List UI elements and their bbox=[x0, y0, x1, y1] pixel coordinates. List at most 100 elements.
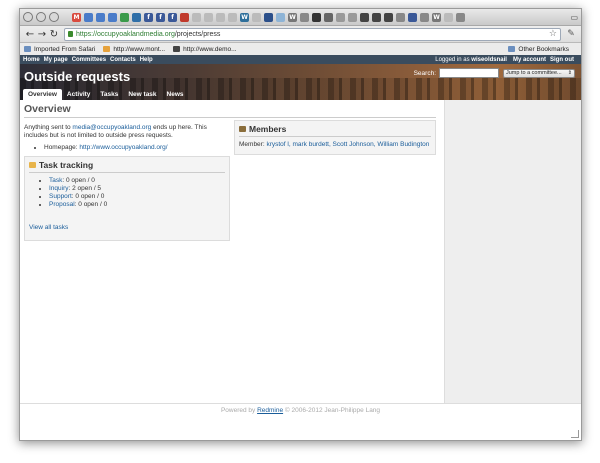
tab-tasks[interactable]: Tasks bbox=[95, 89, 123, 100]
page-icon[interactable] bbox=[348, 12, 357, 22]
jump-to-committee-select[interactable]: Jump to a committee... ⇕ bbox=[503, 68, 575, 78]
bookmark-icon bbox=[173, 46, 181, 52]
page-icon[interactable] bbox=[204, 12, 213, 22]
doc-icon[interactable] bbox=[84, 12, 93, 22]
task-tracking-heading: Task tracking bbox=[29, 160, 225, 173]
resize-grip-icon[interactable] bbox=[571, 430, 579, 438]
circle-icon[interactable] bbox=[312, 12, 321, 22]
reload-icon[interactable]: ↻ bbox=[48, 29, 60, 40]
other-bookmarks[interactable]: Other Bookmarks bbox=[508, 46, 569, 53]
page-icon[interactable] bbox=[372, 12, 381, 22]
grid-icon[interactable] bbox=[264, 12, 273, 22]
page-icon[interactable] bbox=[276, 12, 285, 22]
lock-icon bbox=[68, 31, 73, 37]
doc-icon[interactable] bbox=[96, 12, 105, 22]
redmine-link[interactable]: Redmine bbox=[257, 407, 283, 414]
topmenu-contacts[interactable]: Contacts bbox=[110, 57, 136, 63]
address-row: ← → ↻ https://occupyoaklandmedia.org/pro… bbox=[20, 26, 581, 43]
tracker-link[interactable]: Proposal bbox=[49, 201, 75, 208]
tracker-count: : 2 open / 5 bbox=[68, 185, 102, 192]
url-host: https://occupyoaklandmedia.org bbox=[76, 30, 175, 38]
topmenu-help[interactable]: Help bbox=[140, 57, 153, 63]
members-title: Members bbox=[249, 124, 287, 134]
page-icon[interactable] bbox=[384, 12, 393, 22]
tracker-link[interactable]: Support bbox=[49, 193, 72, 200]
homepage-link[interactable]: http://www.occupyoakland.org/ bbox=[79, 144, 167, 151]
zoom-window-button[interactable] bbox=[49, 12, 59, 22]
url-path: /projects/press bbox=[174, 30, 221, 38]
tracker-link[interactable]: Task bbox=[49, 177, 62, 184]
sign-out-link[interactable]: Sign out bbox=[550, 57, 574, 63]
tab-overview[interactable]: Overview bbox=[23, 89, 62, 100]
close-window-button[interactable] bbox=[23, 12, 33, 22]
split-right: Members Member: krystof l, mark burdett,… bbox=[234, 120, 436, 155]
doc-icon[interactable] bbox=[108, 12, 117, 22]
main-content: Overview Anything sent to media@occupyoa… bbox=[20, 100, 440, 404]
tracker-count: : 0 open / 0 bbox=[62, 177, 95, 184]
page-icon[interactable] bbox=[420, 12, 429, 22]
top-menu: Home My page Committees Contacts Help Lo… bbox=[20, 55, 581, 64]
search-label: Search: bbox=[413, 69, 436, 77]
page-icon[interactable] bbox=[300, 12, 309, 22]
page-icon[interactable] bbox=[408, 12, 417, 22]
folder-icon bbox=[508, 46, 516, 52]
project-title: Outside requests bbox=[24, 69, 131, 84]
account-menu: Logged in as wiseoldsnail My account Sig… bbox=[435, 57, 578, 63]
search-input[interactable] bbox=[439, 68, 499, 78]
members-names[interactable]: krystof l, mark burdett, Scott Johnson, … bbox=[266, 141, 429, 148]
select-arrows-icon: ⇕ bbox=[567, 70, 572, 76]
page-icon[interactable] bbox=[324, 12, 333, 22]
sheet-icon[interactable] bbox=[120, 12, 129, 22]
page-icon[interactable] bbox=[228, 12, 237, 22]
facebook-icon[interactable]: f bbox=[168, 12, 177, 22]
username-link[interactable]: wiseoldsnail bbox=[471, 57, 507, 63]
forward-icon[interactable]: → bbox=[36, 29, 48, 40]
tab-new-task[interactable]: New task bbox=[123, 89, 161, 100]
members-label: Member: bbox=[239, 141, 267, 148]
bookmark-item[interactable]: http://www.mont... bbox=[103, 46, 165, 53]
topmenu-committees[interactable]: Committees bbox=[72, 57, 106, 63]
gmail-icon[interactable]: M bbox=[72, 12, 81, 22]
facebook-icon[interactable]: f bbox=[144, 12, 153, 22]
wrench-icon[interactable]: ✎ bbox=[565, 29, 577, 39]
bookmark-label: http://www.demo... bbox=[183, 45, 237, 53]
page-icon[interactable] bbox=[216, 12, 225, 22]
page-icon[interactable] bbox=[192, 12, 201, 22]
footer-text: Powered by Redmine © 2006-2012 Jean-Phil… bbox=[20, 407, 581, 414]
tab-news[interactable]: News bbox=[162, 89, 189, 100]
page-icon[interactable] bbox=[444, 12, 453, 22]
page-icon[interactable] bbox=[396, 12, 405, 22]
address-bar[interactable]: https://occupyoaklandmedia.org/projects/… bbox=[64, 27, 561, 41]
task-tracker-item: Support: 0 open / 0 bbox=[49, 193, 225, 201]
new-tab-icon[interactable]: ▭ bbox=[570, 13, 578, 22]
page-icon[interactable] bbox=[252, 12, 261, 22]
bookmark-item[interactable]: http://www.demo... bbox=[173, 45, 237, 53]
topmenu-my-page[interactable]: My page bbox=[44, 57, 68, 63]
tab-activity[interactable]: Activity bbox=[62, 89, 95, 100]
app-icon[interactable] bbox=[180, 12, 189, 22]
wikipedia-icon[interactable]: W bbox=[432, 12, 441, 22]
wordpress-icon[interactable]: W bbox=[240, 12, 249, 22]
task-tracker-item: Task: 0 open / 0 bbox=[49, 177, 225, 185]
my-account-link[interactable]: My account bbox=[513, 57, 546, 63]
page-icon[interactable] bbox=[360, 12, 369, 22]
project-attributes: Homepage: http://www.occupyoakland.org/ bbox=[24, 144, 230, 151]
back-icon[interactable]: ← bbox=[24, 29, 36, 40]
tracker-link[interactable]: Inquiry bbox=[49, 185, 69, 192]
page-title: Overview bbox=[24, 103, 436, 118]
page-icon[interactable] bbox=[336, 12, 345, 22]
page-icon[interactable] bbox=[456, 12, 465, 22]
search-area: Search: Jump to a committee... ⇕ bbox=[414, 68, 575, 78]
facebook-icon[interactable]: f bbox=[156, 12, 165, 22]
topmenu-home[interactable]: Home bbox=[23, 57, 40, 63]
redmine-page: Home My page Committees Contacts Help Lo… bbox=[20, 55, 581, 440]
other-bookmarks-label: Other Bookmarks bbox=[518, 45, 569, 53]
members-box: Members Member: krystof l, mark burdett,… bbox=[234, 120, 436, 155]
view-all-tasks-link[interactable]: View all tasks bbox=[29, 224, 68, 231]
bookmark-star-icon[interactable]: ☆ bbox=[549, 29, 557, 39]
email-link[interactable]: media@occupyoakland.org bbox=[72, 124, 151, 131]
minimize-window-button[interactable] bbox=[36, 12, 46, 22]
globe-icon[interactable] bbox=[132, 12, 141, 22]
bookmark-item[interactable]: Imported From Safari bbox=[24, 46, 95, 53]
wikipedia-icon[interactable]: W bbox=[288, 12, 297, 22]
